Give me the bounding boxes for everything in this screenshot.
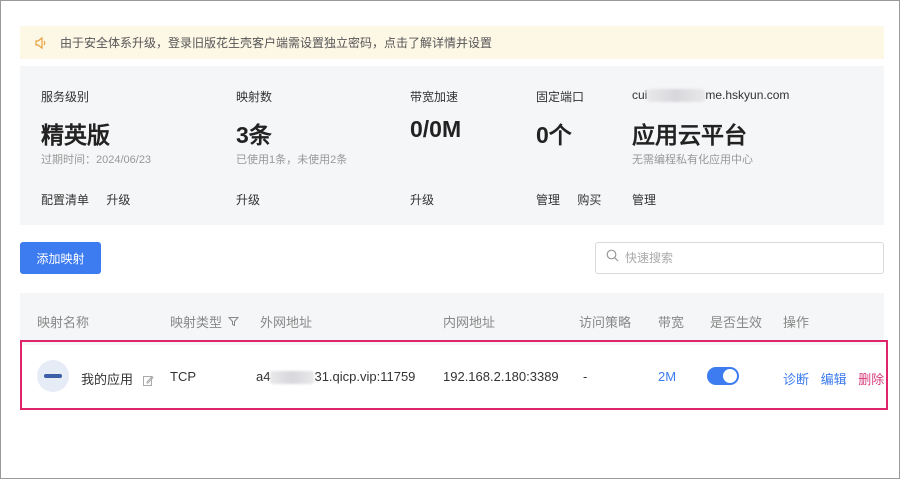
domain-prefix: cui — [632, 88, 648, 102]
security-notice-banner[interactable]: 由于安全体系升级，登录旧版花生壳客户端需设置独立密码，点击了解详情并设置 — [20, 26, 884, 59]
config-list-link[interactable]: 配置清单 — [41, 193, 89, 207]
upgrade-bandwidth-link[interactable]: 升级 — [410, 193, 434, 207]
buy-ports-link[interactable]: 购买 — [577, 193, 601, 207]
external-suffix: 31.qicp.vip:11759 — [314, 369, 416, 384]
internal-address: 192.168.2.180:3389 — [443, 369, 559, 384]
col-bandwidth: 带宽 — [658, 315, 685, 330]
cloud-desc: 无需编程私有化应用中心 — [632, 154, 753, 166]
stat-value: 0/0M — [410, 116, 462, 142]
search-box[interactable] — [595, 242, 884, 274]
usage-text: 已使用1条，未使用2条 — [236, 154, 348, 166]
stat-label: 服务级别 — [41, 90, 90, 104]
account-summary-panel: 服务级别 精英版 过期时间：2024/06/23 配置清单 升级 映射数 3条 … — [20, 66, 884, 225]
col-external: 外网地址 — [260, 315, 313, 330]
edit-link[interactable]: 编辑 — [821, 372, 847, 387]
col-policy: 访问策略 — [579, 315, 632, 330]
add-mapping-button[interactable]: 添加映射 — [20, 242, 101, 274]
row-actions: 诊断 编辑 删除 — [783, 369, 884, 388]
app-avatar — [37, 360, 69, 392]
stat-label: 带宽加速 — [410, 90, 459, 104]
external-address: a4 31.qicp.vip:11759 — [256, 369, 416, 385]
col-name: 映射名称 — [37, 315, 90, 330]
upgrade-service-link[interactable]: 升级 — [106, 193, 130, 207]
speaker-icon — [34, 36, 48, 50]
cloud-domain-label: cui me.hskyun.com — [632, 88, 790, 103]
stat-value: 0个 — [536, 122, 572, 148]
expiry-text: 过期时间：2024/06/23 — [41, 154, 152, 166]
mapping-name: 我的应用 — [81, 372, 134, 387]
col-enabled: 是否生效 — [710, 315, 763, 330]
table-header: 映射名称 映射类型 外网地址 内网地址 访问策略 带宽 是否生效 操作 — [20, 293, 884, 345]
access-policy: - — [583, 369, 588, 384]
external-prefix: a4 — [256, 369, 271, 384]
stat-value: 精英版 — [41, 122, 110, 148]
domain-suffix: me.hskyun.com — [705, 88, 790, 102]
redacted-blur — [270, 371, 315, 385]
stat-value: 应用云平台 — [632, 122, 747, 148]
search-icon — [606, 249, 619, 267]
col-internal: 内网地址 — [443, 315, 496, 330]
edit-name-icon[interactable] — [142, 375, 154, 387]
col-type-label: 映射类型 — [170, 315, 223, 330]
search-input[interactable] — [625, 251, 865, 265]
col-actions: 操作 — [783, 315, 810, 330]
diagnose-link[interactable]: 诊断 — [783, 372, 809, 387]
stat-label: 映射数 — [236, 90, 273, 104]
delete-link[interactable]: 删除 — [858, 372, 884, 387]
mapping-type: TCP — [170, 369, 196, 384]
stat-value: 3条 — [236, 122, 272, 148]
bandwidth-link[interactable]: 2M — [658, 369, 676, 384]
manage-cloud-link[interactable]: 管理 — [632, 193, 656, 207]
redacted-blur — [647, 89, 706, 103]
manage-ports-link[interactable]: 管理 — [536, 193, 560, 207]
col-type[interactable]: 映射类型 — [170, 312, 240, 331]
enabled-toggle[interactable] — [707, 367, 739, 385]
stat-label: 固定端口 — [536, 90, 585, 104]
mapping-name-cell: 我的应用 — [81, 369, 154, 388]
upgrade-mappings-link[interactable]: 升级 — [236, 193, 260, 207]
table-row: 我的应用 TCP a4 31.qicp.vip:11759 192.168.2.1… — [20, 340, 888, 410]
filter-icon[interactable] — [228, 316, 240, 327]
notice-text: 由于安全体系升级，登录旧版花生壳客户端需设置独立密码，点击了解详情并设置 — [60, 36, 493, 50]
